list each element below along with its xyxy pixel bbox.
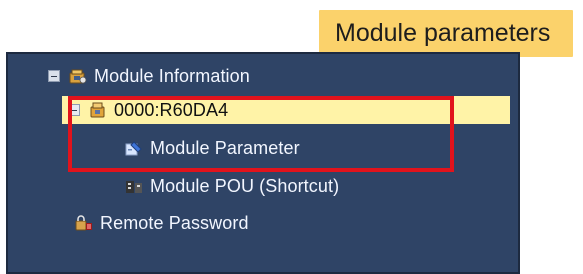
tree-label-remote-password: Remote Password [100,212,249,233]
module-device-icon [88,101,108,119]
remote-password-icon [74,214,94,232]
module-parameter-icon [124,139,144,157]
tree-item-module-parameter[interactable]: Module Parameter [124,134,300,162]
tree-item-module-pou[interactable]: Module POU (Shortcut) [124,172,339,200]
callout-box: Module parameters [319,10,573,57]
tree-label-module-pou: Module POU (Shortcut) [150,175,340,196]
module-pou-icon [124,177,144,195]
tree-expander-module-information[interactable] [48,70,60,82]
tree-item-remote-password[interactable]: Remote Password [74,209,249,237]
tree-label-r60da4: 0000:R60DA4 [114,99,229,120]
tree-label-module-parameter: Module Parameter [150,137,300,158]
callout-text: Module parameters [335,19,551,47]
tree-label-module-information: Module Information [94,65,250,86]
tree-expander-r60da4[interactable] [68,104,80,116]
tree-item-module-information[interactable]: Module Information [48,62,250,90]
module-information-icon [68,67,88,85]
project-tree-panel: Module Information 0000:R60DA4 Module Pa… [6,52,520,274]
tree-item-r60da4[interactable]: 0000:R60DA4 [62,96,510,124]
